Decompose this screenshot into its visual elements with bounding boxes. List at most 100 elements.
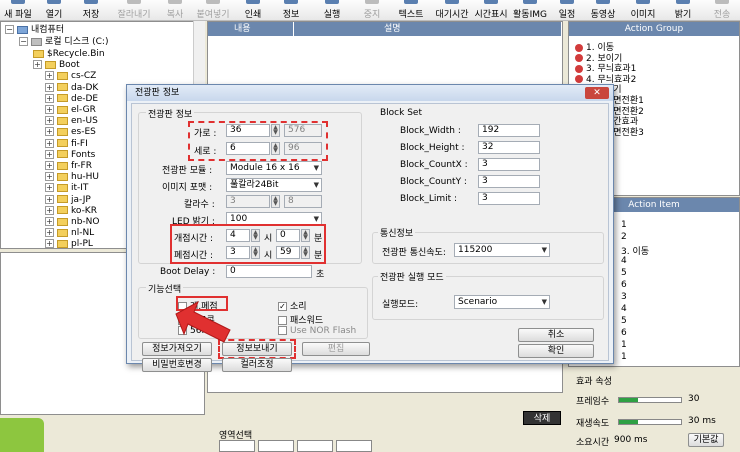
mode-select[interactable]: Scenario ▼ bbox=[454, 295, 550, 309]
checkbox-box[interactable] bbox=[278, 316, 287, 325]
toolbar-button[interactable]: 새 파일 bbox=[0, 0, 36, 21]
area-box[interactable] bbox=[336, 440, 372, 452]
toolbar-button-label: 실행 bbox=[323, 10, 341, 20]
action-item[interactable]: 4 bbox=[621, 256, 627, 266]
collapse-icon[interactable]: − bbox=[19, 37, 28, 46]
toolbar-button[interactable]: 일정 bbox=[552, 0, 582, 21]
green-tab[interactable] bbox=[0, 418, 44, 452]
block-height-input[interactable]: 32 bbox=[478, 141, 540, 154]
block-width-input[interactable]: 192 bbox=[478, 124, 540, 137]
tree-item[interactable]: + ja-JP bbox=[45, 194, 91, 206]
tree-drive[interactable]: − 로컬 디스크 (C:) bbox=[19, 36, 108, 48]
tree-item[interactable]: + fr-FR bbox=[45, 160, 92, 172]
toolbar-button[interactable]: 인쇄 bbox=[236, 0, 270, 21]
expand-icon[interactable]: + bbox=[45, 127, 54, 137]
action-item[interactable]: 6 bbox=[621, 328, 627, 338]
expand-icon[interactable]: + bbox=[45, 105, 54, 114]
block-limit-input[interactable]: 3 bbox=[478, 192, 540, 205]
tree-item[interactable]: + da-DK bbox=[45, 82, 98, 94]
toolbar-button[interactable]: 저장 bbox=[73, 0, 109, 21]
action-item[interactable]: 4 bbox=[621, 304, 627, 314]
expand-icon[interactable]: + bbox=[45, 138, 54, 148]
action-item[interactable]: 5 bbox=[621, 268, 627, 278]
expand-icon[interactable]: + bbox=[45, 82, 54, 92]
toolbar-button[interactable]: 활동IMG bbox=[510, 0, 550, 21]
folder-icon bbox=[57, 206, 68, 215]
area-box[interactable] bbox=[258, 440, 294, 452]
block-countx-input[interactable]: 3 bbox=[478, 158, 540, 171]
expand-icon[interactable]: + bbox=[45, 228, 54, 238]
expand-icon[interactable]: + bbox=[45, 93, 54, 103]
area-box[interactable] bbox=[219, 440, 255, 452]
expand-icon[interactable]: + bbox=[45, 183, 54, 193]
action-item[interactable]: 6 bbox=[621, 280, 627, 290]
tree-item[interactable]: + hu-HU bbox=[45, 171, 99, 183]
expand-icon[interactable]: + bbox=[45, 217, 54, 226]
expand-icon[interactable]: + bbox=[45, 71, 54, 81]
toolbar-icon bbox=[636, 0, 650, 4]
boot-delay-input[interactable]: 0 bbox=[226, 265, 312, 278]
tree-item[interactable]: + Fonts bbox=[45, 149, 95, 161]
close-button[interactable]: ✕ bbox=[585, 87, 609, 99]
toolbar-button[interactable]: 이미지 bbox=[624, 0, 662, 21]
toolbar-button[interactable]: 정보 bbox=[272, 0, 310, 21]
tree-item[interactable]: + ko-KR bbox=[45, 205, 97, 217]
toolbar-button[interactable]: 동영상 bbox=[584, 0, 622, 21]
tree-item[interactable]: + cs-CZ bbox=[45, 70, 96, 82]
toolbar-icon bbox=[11, 0, 25, 4]
image-format-select[interactable]: 풀칼라24Bit ▼ bbox=[226, 178, 322, 192]
action-item[interactable]: 2 bbox=[621, 232, 627, 242]
tree-item[interactable]: + el-GR bbox=[45, 104, 96, 116]
tree-item[interactable]: + de-DE bbox=[45, 93, 98, 105]
ok-button[interactable]: 확인 bbox=[518, 344, 594, 358]
speed-slider[interactable] bbox=[618, 419, 682, 425]
column-header-description[interactable]: 설명 bbox=[294, 22, 562, 36]
expand-icon[interactable]: + bbox=[45, 194, 54, 204]
expand-icon[interactable]: + bbox=[45, 116, 54, 126]
action-item[interactable]: 1 bbox=[621, 352, 627, 362]
expand-icon[interactable]: + bbox=[45, 205, 54, 215]
action-item[interactable]: 5 bbox=[621, 316, 627, 326]
baud-select[interactable]: 115200 ▼ bbox=[454, 243, 550, 257]
tree-item[interactable]: + en-US bbox=[45, 115, 98, 127]
module-label: 전광판 모듈 : bbox=[162, 166, 213, 176]
area-box[interactable] bbox=[297, 440, 333, 452]
tree-item[interactable]: + Boot bbox=[33, 59, 80, 71]
delete-button[interactable]: 삭제 bbox=[523, 411, 561, 425]
expand-icon[interactable]: + bbox=[45, 239, 54, 248]
tree-item-label: Boot bbox=[59, 60, 80, 71]
tree-item[interactable]: + fi-FI bbox=[45, 138, 88, 150]
default-button[interactable]: 기본값 bbox=[688, 433, 724, 447]
toolbar-button[interactable]: 텍스트 bbox=[393, 0, 429, 21]
action-item[interactable]: 1 bbox=[621, 340, 627, 350]
expand-icon[interactable]: + bbox=[45, 172, 54, 182]
toolbar-button[interactable]: 대기시간 bbox=[432, 0, 472, 21]
sound-checkbox[interactable]: ✓ 소리 bbox=[278, 299, 307, 312]
expand-icon[interactable]: + bbox=[33, 60, 42, 70]
tree-item[interactable]: + es-ES bbox=[45, 126, 96, 138]
cancel-button[interactable]: 취소 bbox=[518, 328, 594, 342]
expand-icon[interactable]: + bbox=[45, 161, 54, 170]
column-header-content[interactable]: 내용 bbox=[208, 22, 294, 36]
collapse-icon[interactable]: − bbox=[5, 25, 14, 34]
tree-item[interactable]: + it-IT bbox=[45, 182, 88, 194]
password-checkbox[interactable]: 패스워드 bbox=[278, 313, 323, 326]
check-icon[interactable]: ✓ bbox=[278, 302, 287, 311]
expand-icon[interactable]: + bbox=[45, 149, 54, 159]
tree-item[interactable]: + nb-NO bbox=[45, 216, 99, 228]
toolbar-button[interactable]: 밝기 bbox=[664, 0, 702, 21]
change-password-button[interactable]: 비밀번호변경 bbox=[142, 358, 212, 372]
block-county-input[interactable]: 3 bbox=[478, 175, 540, 188]
toolbar-button[interactable]: 실행 bbox=[313, 0, 351, 21]
toolbar-button[interactable]: 시간표시 bbox=[472, 0, 510, 21]
action-item[interactable]: 1 bbox=[621, 220, 627, 230]
module-select[interactable]: Module 16 x 16 ▼ bbox=[226, 161, 322, 175]
tree-item[interactable]: $Recycle.Bin bbox=[33, 48, 105, 60]
color-adjust-button[interactable]: 컬러조정 bbox=[222, 358, 292, 372]
toolbar-button[interactable]: 열기 bbox=[37, 0, 71, 21]
tree-item[interactable]: + pl-PL bbox=[45, 238, 93, 248]
action-item[interactable]: 3 bbox=[621, 292, 627, 302]
frames-slider[interactable] bbox=[618, 397, 682, 403]
tree-item[interactable]: + nl-NL bbox=[45, 227, 94, 239]
tree-root[interactable]: − 내컴퓨터 bbox=[5, 24, 64, 36]
